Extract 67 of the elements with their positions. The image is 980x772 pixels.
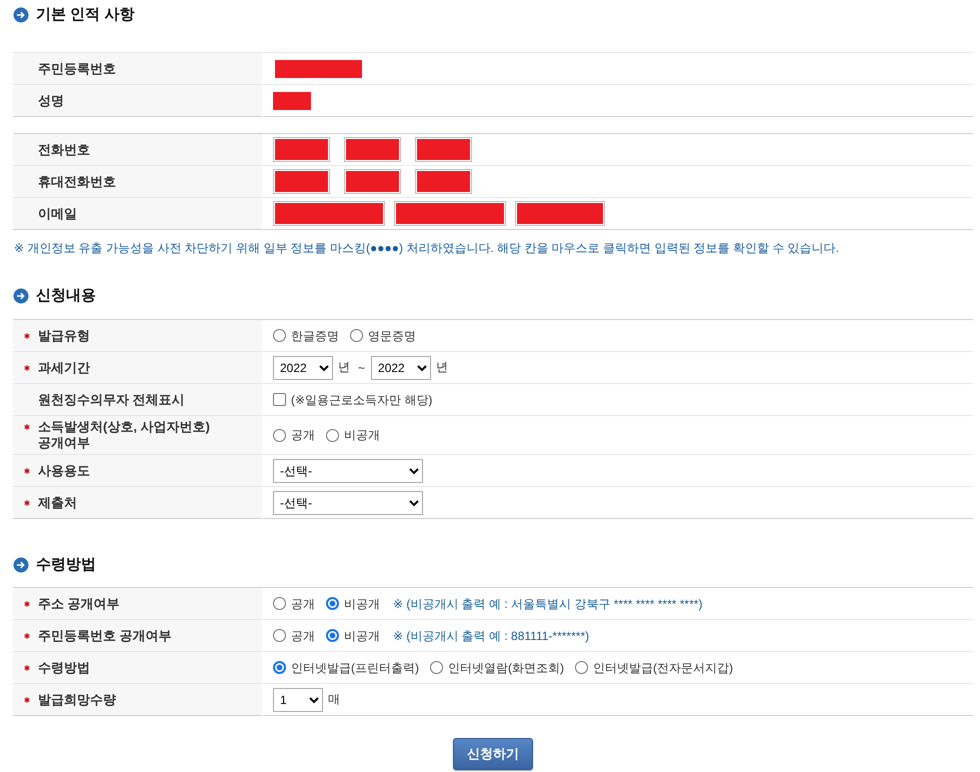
year-select[interactable]: 2022: [273, 356, 333, 380]
field-label: 휴대전화번호: [38, 174, 116, 190]
radio-button[interactable]: [273, 629, 286, 642]
checkbox[interactable]: [273, 393, 286, 406]
masked-input-field[interactable]: [344, 137, 401, 162]
arrow-circle-icon: [13, 288, 29, 304]
masked-input-field[interactable]: [344, 169, 401, 194]
radio-button[interactable]: [350, 329, 363, 342]
hint-text: ※ (비공개시 출력 예 : 881111-*******): [393, 628, 590, 644]
field-label: 주민등록번호: [38, 60, 116, 76]
unit-label: 년: [436, 359, 448, 376]
range-separator: ~: [358, 360, 366, 374]
field-label: 전화번호: [38, 142, 90, 158]
dropdown-select[interactable]: -선택-: [273, 458, 423, 482]
quantity-select[interactable]: 1: [273, 688, 323, 712]
field-label: 사용용도: [38, 462, 90, 478]
arrow-circle-icon: [13, 557, 29, 573]
field-label: 성명: [38, 92, 64, 108]
section-title: 수령방법: [36, 555, 96, 575]
masked-input-field[interactable]: [273, 137, 330, 162]
field-label: 제출처: [38, 494, 77, 510]
field-label: 발급유형: [38, 328, 90, 344]
masked-input-field[interactable]: [273, 169, 330, 194]
radio-label[interactable]: 공개: [291, 628, 315, 644]
masking-notice: ※ 개인정보 유출 가능성을 사전 차단하기 위해 일부 정보를 마스킹(●●●●) 처리하였습니다. 해당 칸을 마우스로 클릭하면 입력된 정보를 확인할 수 있습니다.: [14, 240, 840, 256]
radio-label[interactable]: 공개: [291, 596, 315, 612]
field-label: 과세기간: [38, 360, 90, 376]
field-label: 주민등록번호 공개여부: [38, 628, 172, 644]
masked-input-field[interactable]: [515, 201, 605, 226]
radio-button[interactable]: [273, 428, 286, 442]
field-label: 주소 공개여부: [38, 596, 120, 612]
unit-label: 매: [328, 691, 340, 708]
section-title: 신청내용: [36, 286, 96, 306]
radio-label[interactable]: 비공개: [344, 427, 380, 443]
radio-label[interactable]: 공개: [291, 427, 315, 443]
radio-button[interactable]: [326, 428, 339, 442]
arrow-circle-icon: [13, 7, 29, 23]
radio-button[interactable]: [326, 629, 339, 642]
radio-label[interactable]: 비공개: [344, 628, 380, 644]
radio-button[interactable]: [273, 597, 286, 610]
radio-label[interactable]: 비공개: [344, 596, 380, 612]
hint-text: ※ (비공개시 출력 예 : 서울특별시 강북구 **** **** **** ****): [393, 596, 702, 612]
radio-button[interactable]: [273, 661, 286, 674]
year-select[interactable]: 2022: [371, 356, 432, 380]
unit-label: 년: [338, 359, 350, 376]
radio-label[interactable]: 영문증명: [368, 328, 416, 344]
radio-label[interactable]: 한글증명: [291, 328, 339, 344]
radio-label[interactable]: 인터넷발급(전자문서지갑): [593, 660, 733, 676]
masked-input-field[interactable]: [394, 201, 506, 226]
field-label: 발급희망수량: [38, 692, 116, 708]
radio-button[interactable]: [326, 597, 339, 610]
field-label: 원천징수의무자 전체표시: [38, 392, 185, 408]
field-label: 수령방법: [38, 660, 90, 676]
dropdown-select[interactable]: -선택-: [273, 490, 423, 514]
radio-label[interactable]: 인터넷열람(화면조회): [448, 660, 564, 676]
masked-input-field[interactable]: [273, 201, 385, 226]
masked-input-field[interactable]: [415, 137, 472, 162]
section-title: 기본 인적 사항: [36, 5, 134, 25]
submit-button[interactable]: 신청하기: [453, 738, 533, 770]
radio-button[interactable]: [575, 661, 588, 674]
masked-input-field[interactable]: [415, 169, 472, 194]
field-label: 이메일: [38, 206, 77, 222]
checkbox-label[interactable]: (※일용근로소득자만 해당): [291, 392, 432, 408]
radio-button[interactable]: [430, 661, 443, 674]
radio-button[interactable]: [273, 329, 286, 342]
radio-label[interactable]: 인터넷발급(프린터출력): [291, 660, 419, 676]
field-label: 소득발생처(상호, 사업자번호) 공개여부: [38, 419, 210, 451]
